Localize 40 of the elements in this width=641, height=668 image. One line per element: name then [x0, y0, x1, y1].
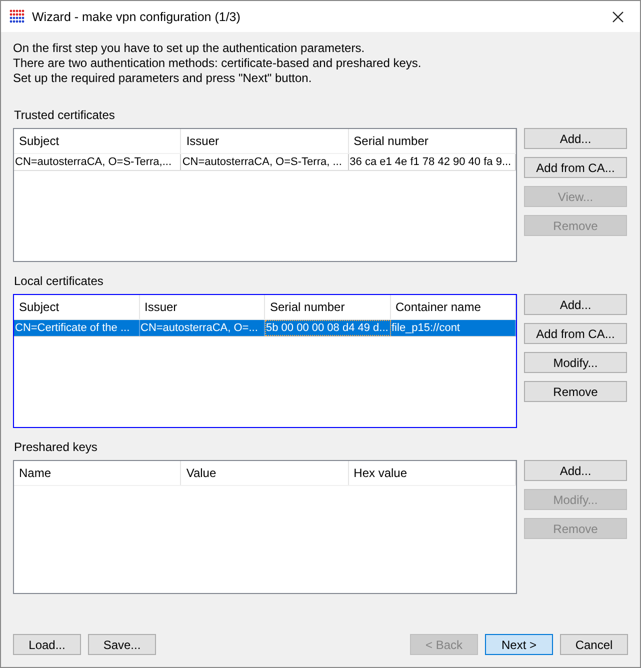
dialog-button[interactable]: Load... — [13, 634, 81, 655]
list-view[interactable]: Subject Issuer Serial number Container name CN=Certificate of the ... CN=autosterraCA, O=... 5b 00 00 00 08 d4 49 d... file_p15://cont — [13, 294, 517, 428]
table-cell[interactable]: file_p15://cont — [390, 320, 516, 336]
column-header[interactable]: Serial number — [265, 295, 390, 319]
column-header[interactable]: Value — [181, 461, 349, 485]
close-icon[interactable] — [612, 10, 624, 22]
dialog-button[interactable]: Next > — [485, 634, 553, 655]
table-cell[interactable]: CN=autosterraCA, O=S-Terra, ... — [181, 154, 349, 170]
dialog-button[interactable]: Add from CA... — [524, 323, 627, 344]
section-label: Trusted certificates — [14, 108, 116, 122]
instruction-text: There are two authentication methods: certificate-based and preshared keys. — [13, 56, 422, 71]
column-header[interactable]: Hex value — [348, 461, 516, 485]
section-label: Local certificates — [14, 274, 104, 288]
table-cell[interactable]: CN=autosterraCA, O=... — [140, 320, 265, 336]
dialog-button[interactable]: Remove — [524, 381, 627, 402]
dialog-button[interactable]: Cancel — [560, 634, 628, 655]
list-view[interactable]: Subject Issuer Serial number CN=autosterraCA, O=S-Terra,... CN=autosterraCA, O=S-Terra, ... 36 ca e1 4e f1 78 42 90 40 fa 9... — [13, 128, 517, 262]
column-header[interactable]: Serial number — [348, 129, 516, 153]
table-cell[interactable]: CN=autosterraCA, O=S-Terra,... — [14, 154, 182, 170]
window-title: Wizard - make vpn configuration (1/3) — [32, 10, 242, 24]
table-cell[interactable]: 5b 00 00 00 08 d4 49 d... — [265, 320, 390, 336]
table-cell[interactable]: 36 ca e1 4e f1 78 42 90 40 fa 9... — [348, 154, 516, 170]
list-view[interactable]: Name Value Hex value — [13, 460, 517, 594]
table-cell[interactable]: CN=Certificate of the ... — [14, 320, 140, 336]
app-icon — [9, 8, 25, 24]
column-header[interactable]: Name — [14, 461, 182, 485]
instruction-text: On the first step you have to set up the authentication parameters. — [13, 41, 366, 56]
dialog-button[interactable]: Add... — [524, 460, 627, 481]
column-header[interactable]: Container name — [390, 295, 516, 319]
instruction-text: Set up the required parameters and press "Next" button. — [13, 71, 313, 86]
column-header[interactable]: Subject — [14, 129, 182, 153]
column-header[interactable]: Subject — [14, 295, 140, 319]
column-header[interactable]: Issuer — [140, 295, 265, 319]
dialog-button[interactable]: Save... — [88, 634, 156, 655]
dialog-button[interactable]: Add from CA... — [524, 157, 627, 178]
dialog-button[interactable]: Modify... — [524, 352, 627, 373]
dialog-button[interactable]: Add... — [524, 294, 627, 315]
column-header[interactable]: Issuer — [181, 129, 349, 153]
dialog-button[interactable]: Add... — [524, 128, 627, 149]
section-label: Preshared keys — [14, 440, 98, 454]
